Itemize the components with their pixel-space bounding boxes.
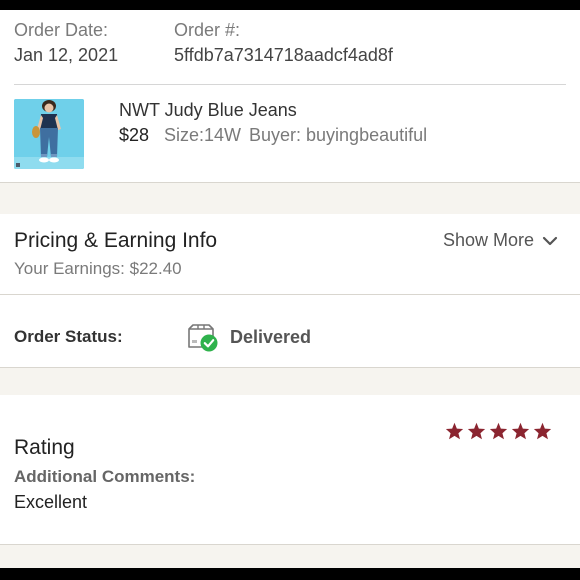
order-status-value: Delivered — [230, 327, 312, 347]
earnings-value: $22.40 — [129, 259, 182, 278]
pricing-title: Pricing & Earning Info — [14, 229, 218, 252]
star-icon — [533, 422, 552, 440]
earnings-row: Your Earnings: $22.40 — [14, 259, 182, 279]
item-size: Size:14W — [164, 125, 242, 145]
order-status-label: Order Status: — [14, 327, 123, 346]
divider — [14, 84, 566, 85]
chevron-down-icon — [542, 236, 558, 245]
additional-comments-label: Additional Comments: — [14, 467, 196, 486]
order-number-label: Order #: — [174, 20, 241, 40]
item-thumbnail[interactable] — [14, 99, 84, 169]
additional-comments-value: Excellent — [14, 492, 88, 512]
rating-title: Rating — [14, 436, 75, 459]
star-icon — [511, 422, 530, 440]
item-title[interactable]: NWT Judy Blue Jeans — [119, 100, 297, 121]
order-date-label: Order Date: — [14, 20, 109, 40]
pricing-earning-card: Pricing & Earning Info Your Earnings: $2… — [0, 214, 580, 295]
star-icon — [489, 422, 508, 440]
earnings-label: Your Earnings: — [14, 259, 125, 278]
star-rating — [445, 422, 552, 440]
show-more-label: Show More — [442, 230, 534, 250]
item-buyer: Buyer: buyingbeautiful — [249, 125, 428, 145]
star-icon — [467, 422, 486, 440]
rating-card: Rating Additional Comments: Excellent — [0, 395, 580, 545]
box-delivered-icon — [188, 324, 218, 352]
order-info-card: Order Date: Jan 12, 2021 Order #: 5ffdb7… — [0, 10, 580, 183]
item-price: $28 — [119, 125, 150, 145]
order-status-card: Order Status: Delivered — [0, 295, 580, 368]
order-number-value: 5ffdb7a7314718aadcf4ad8f — [174, 45, 393, 65]
order-date-value: Jan 12, 2021 — [14, 45, 119, 65]
order-details-screen: Order Date: Jan 12, 2021 Order #: 5ffdb7… — [0, 10, 580, 568]
show-more-button[interactable]: Show More — [443, 230, 558, 251]
star-icon — [445, 422, 464, 440]
